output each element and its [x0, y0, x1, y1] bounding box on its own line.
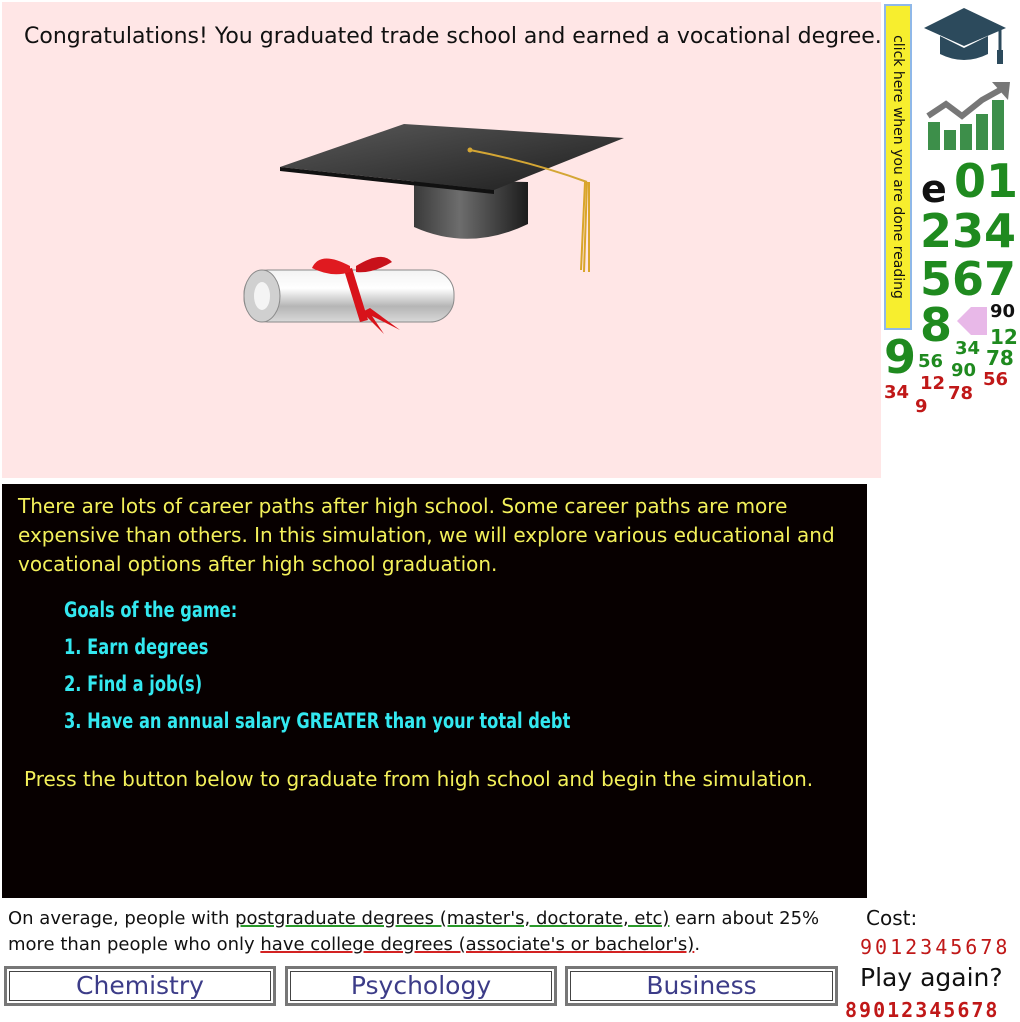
goals-title: Goals of the game: — [64, 598, 238, 622]
cost-value: 9012345678 — [860, 935, 1011, 959]
graduation-cap-icon[interactable] — [920, 4, 1010, 70]
cap-and-diploma-illustration — [243, 124, 624, 334]
sidebar-small-90b: 90 — [951, 360, 977, 381]
intro-text: There are lots of career paths after hig… — [18, 494, 835, 576]
sidebar-red-9: 9 — [915, 396, 928, 417]
press-instruction: Press the button below to graduate from … — [24, 767, 814, 791]
sidebar-red-78: 78 — [948, 383, 974, 404]
postgraduate-link[interactable]: postgraduate degrees (master's, doctorat… — [235, 908, 669, 929]
play-again-digits: 89012345678 — [845, 998, 1000, 1022]
info-panel: There are lots of career paths after hig… — [2, 484, 867, 898]
sidebar-digits-row4: 8 — [920, 298, 953, 352]
back-arrow-icon[interactable] — [955, 305, 989, 337]
done-reading-button[interactable]: click here when you are done reading — [884, 4, 912, 330]
sidebar-digits-row1: 01 — [954, 154, 1019, 208]
sidebar-small-56: 56 — [918, 351, 944, 372]
fact-text: . — [694, 934, 701, 955]
sidebar-red-12: 12 — [920, 373, 946, 394]
psychology-button[interactable]: Psychology — [285, 966, 557, 1006]
sidebar-digits-row3: 567 — [920, 252, 1017, 306]
goals-list: Goals of the game: 1. Earn degrees 2. Fi… — [64, 592, 570, 740]
college-degree-link[interactable]: have college degrees (associate's or bac… — [260, 934, 694, 955]
goal-item: 2. Find a job(s) — [64, 672, 203, 696]
salary-fact: On average, people with postgraduate deg… — [8, 906, 858, 958]
goal-item: 3. Have an annual salary GREATER than yo… — [64, 709, 571, 733]
sidebar-digit-e: e — [921, 167, 947, 211]
cost-label: Cost: — [866, 906, 918, 930]
sidebar-small-90: 90 — [990, 301, 1016, 322]
sidebar-small-34: 34 — [955, 338, 981, 359]
headline: Congratulations! You graduated trade sch… — [24, 24, 882, 49]
business-button[interactable]: Business — [565, 966, 838, 1006]
fact-text: On average, people with — [8, 908, 236, 929]
sidebar-digit-9: 9 — [884, 330, 917, 384]
play-again-button[interactable]: Play again? — [860, 963, 1003, 992]
done-reading-label: click here when you are done reading — [890, 35, 906, 299]
sidebar-small-78: 78 — [986, 346, 1014, 370]
chemistry-button[interactable]: Chemistry — [4, 966, 276, 1006]
goal-item: 1. Earn degrees — [64, 635, 209, 659]
graduation-panel: Congratulations! You graduated trade sch… — [2, 2, 882, 478]
sidebar-digits-row2: 234 — [920, 204, 1017, 258]
growth-chart-icon[interactable] — [922, 80, 1012, 152]
sidebar-red-34: 34 — [884, 382, 910, 403]
sidebar-red-56: 56 — [983, 369, 1009, 390]
sidebar-small-12: 12 — [990, 325, 1018, 349]
